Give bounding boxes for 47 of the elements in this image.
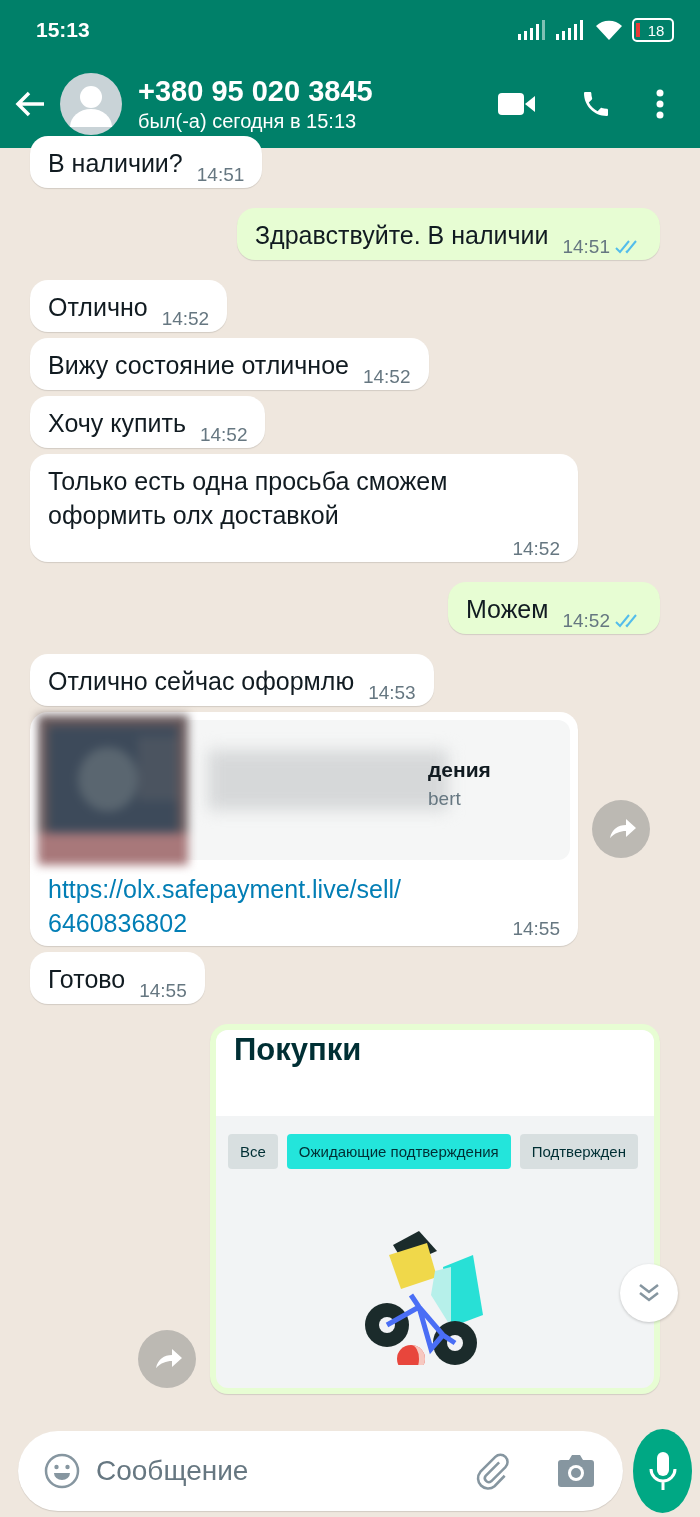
avatar-icon[interactable] <box>60 73 122 135</box>
message-input[interactable]: Сообщение <box>94 1454 459 1488</box>
signal-icon <box>556 20 586 40</box>
message-time: 14:52 <box>161 308 210 330</box>
message-time: 14:55 <box>512 918 560 940</box>
signal-icon <box>518 20 548 40</box>
status-time: 15:13 <box>36 18 90 42</box>
preview-title: дения <box>428 758 491 782</box>
back-icon[interactable] <box>14 90 46 118</box>
message-link[interactable]: https://olx.safepayment.live/sell/6460836802 <box>48 872 414 940</box>
message-text: Отлично сейчас оформлю <box>48 666 355 697</box>
message-time: 14:52 <box>562 610 610 632</box>
filter-chip[interactable]: Все <box>228 1134 278 1169</box>
page-title: Покупки <box>234 1032 362 1067</box>
message-field[interactable]: Сообщение <box>18 1431 623 1511</box>
microphone-icon <box>648 1451 677 1491</box>
battery-indicator: 18 <box>632 18 674 42</box>
video-call-icon[interactable] <box>498 92 536 116</box>
last-seen-status: был(-а) сегодня в 15:13 <box>138 109 358 134</box>
message-time: 14:51 <box>562 236 610 258</box>
message-text: Можем <box>465 594 549 625</box>
contact-name[interactable]: +380 95 020 3845 <box>138 74 454 108</box>
message-time: 14:53 <box>368 682 416 704</box>
message-time: 14:52 <box>512 538 560 560</box>
message-text: В наличии? <box>48 148 183 179</box>
filter-chip[interactable]: Подтвержден <box>519 1134 638 1169</box>
forward-icon[interactable] <box>138 1330 196 1388</box>
scroll-down-button[interactable] <box>620 1264 678 1322</box>
double-chevron-icon <box>638 1283 660 1303</box>
message-text: Готово <box>48 964 126 995</box>
message-time: 14:52 <box>199 424 248 446</box>
emoji-icon[interactable] <box>44 1453 80 1489</box>
message-time: 14:55 <box>139 980 187 1002</box>
outgoing-image-message[interactable]: Покупки Все Ожидающие подтверждения Подтвержден <box>210 1024 660 1394</box>
forward-icon[interactable] <box>592 800 650 858</box>
message-text: Хочу купить <box>48 408 186 439</box>
more-options-icon[interactable] <box>656 89 664 119</box>
message-time: 14:51 <box>196 164 245 186</box>
message-text: Вижу состояние отличное <box>48 350 349 381</box>
preview-subtitle: bert <box>428 788 462 810</box>
message-text: Только есть одна просьба сможем оформить олх доставкой <box>48 466 449 531</box>
wifi-icon <box>594 19 624 41</box>
message-time: 14:52 <box>362 366 411 388</box>
filter-chip[interactable]: Ожидающие подтверждения <box>286 1134 511 1169</box>
message-text: Отлично <box>48 292 148 323</box>
message-text: Здравствуйте. В наличии <box>255 220 549 251</box>
camera-icon[interactable] <box>557 1454 595 1488</box>
